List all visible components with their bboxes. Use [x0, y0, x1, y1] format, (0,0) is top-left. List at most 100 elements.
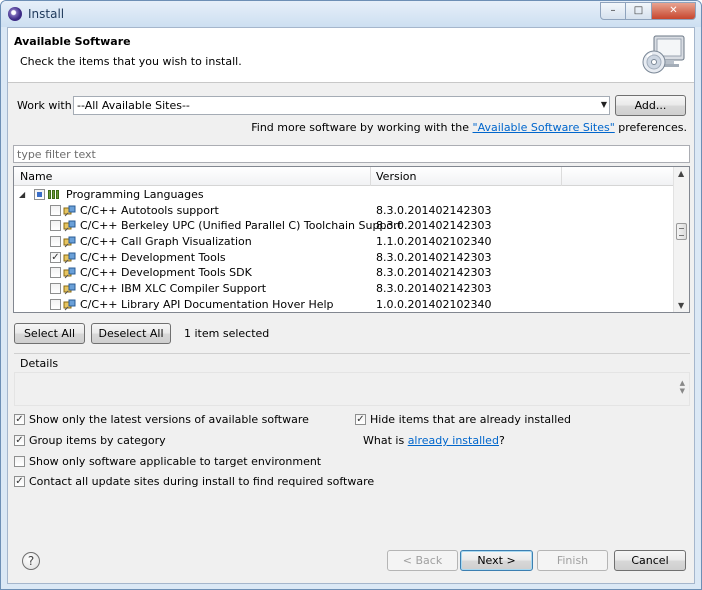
install-cd-icon: [642, 35, 685, 74]
tree-item-row[interactable]: C/C++ Development Tools SDK 8.3.0.201402…: [14, 265, 674, 281]
column-divider[interactable]: [561, 167, 562, 186]
plugin-feature-icon: [63, 267, 76, 279]
software-tree[interactable]: Name Version ◢ Programming Languages C/C…: [13, 166, 690, 313]
item-version: 8.3.0.201402142303: [376, 219, 492, 233]
filter-input[interactable]: type filter text: [13, 145, 690, 163]
banner-subtitle: Check the items that you wish to install…: [20, 55, 242, 68]
item-version: 8.3.0.201402142303: [376, 282, 492, 296]
column-name-header[interactable]: Name: [20, 170, 52, 183]
selection-status: 1 item selected: [184, 327, 270, 340]
scrollbar-thumb[interactable]: [676, 223, 687, 240]
next-button[interactable]: Next >: [460, 550, 533, 571]
dropdown-arrow-icon[interactable]: ▼: [601, 100, 607, 109]
plugin-feature-icon: [63, 220, 76, 232]
item-version: 8.3.0.201402142303: [376, 250, 492, 264]
tree-header: Name Version: [14, 167, 674, 186]
hide-installed-label: Hide items that are already installed: [370, 413, 572, 426]
column-version-header[interactable]: Version: [376, 170, 416, 183]
latest-versions-label: Show only the latest versions of availab…: [29, 413, 309, 426]
target-environment-label: Show only software applicable to target …: [29, 455, 322, 468]
item-version: 8.3.0.201402142303: [376, 266, 492, 280]
work-with-combo[interactable]: --All Available Sites-- ▼: [73, 96, 610, 115]
column-divider[interactable]: [370, 167, 371, 186]
what-is-installed-text: What is already installed?: [363, 434, 505, 447]
work-with-value: --All Available Sites--: [77, 99, 190, 112]
details-label: Details: [20, 357, 59, 370]
category-icon: [48, 190, 59, 199]
item-checkbox[interactable]: [50, 283, 61, 295]
close-button[interactable]: ✕: [652, 2, 696, 20]
item-name: C/C++ Development Tools SDK: [80, 266, 252, 280]
what-is-prefix: What is: [363, 434, 405, 447]
plugin-feature-icon: [63, 236, 76, 248]
plugin-feature-icon: [63, 252, 76, 264]
install-dialog: Install – □ ✕ Available Software Check t…: [0, 0, 702, 590]
item-version: 8.3.0.201402142303: [376, 203, 492, 217]
select-all-button[interactable]: Select All: [14, 323, 85, 344]
already-installed-link[interactable]: already installed: [408, 434, 499, 447]
tree-item-row[interactable]: C/C++ Library API Documentation Hover He…: [14, 297, 674, 312]
minimize-button[interactable]: –: [600, 2, 626, 20]
group-by-category-label: Group items by category: [29, 434, 166, 447]
cancel-button[interactable]: Cancel: [614, 550, 686, 571]
available-software-sites-link[interactable]: "Available Software Sites": [473, 121, 615, 134]
window-controls: – □ ✕: [600, 2, 696, 20]
select-all-label: Select All: [23, 327, 76, 340]
scroll-down-arrow-icon[interactable]: ▼: [678, 301, 684, 310]
item-name: C/C++ Call Graph Visualization: [80, 235, 252, 249]
hide-installed-checkbox[interactable]: ✓: [355, 414, 366, 425]
plugin-feature-icon: [63, 283, 76, 295]
item-checkbox[interactable]: ✓: [50, 251, 61, 263]
help-icon[interactable]: ?: [22, 552, 40, 570]
target-environment-checkbox[interactable]: [14, 456, 25, 467]
item-version: 1.1.0.201402102340: [376, 235, 492, 249]
details-divider: [14, 353, 690, 354]
what-is-suffix: ?: [498, 434, 505, 447]
details-scroll-arrows-icon[interactable]: ▲ ▼: [680, 379, 685, 395]
header-banner: Available Software Check the items that …: [8, 28, 694, 83]
latest-versions-checkbox[interactable]: ✓: [14, 414, 25, 425]
eclipse-app-icon: [8, 7, 22, 21]
item-checkbox[interactable]: [50, 204, 61, 216]
maximize-button[interactable]: □: [626, 2, 652, 20]
tree-item-row[interactable]: C/C++ Berkeley UPC (Unified Parallel C) …: [14, 218, 674, 234]
find-more-suffix: preferences.: [618, 121, 687, 134]
back-button[interactable]: < Back: [387, 550, 458, 571]
contact-update-sites-label: Contact all update sites during install …: [29, 475, 375, 488]
add-site-button[interactable]: Add...: [615, 95, 686, 116]
category-name: Programming Languages: [66, 188, 204, 201]
title-bar[interactable]: Install – □ ✕: [1, 1, 701, 27]
item-checkbox[interactable]: [50, 298, 61, 310]
item-name: C/C++ Development Tools: [80, 250, 226, 264]
work-with-label: Work with:: [17, 99, 76, 112]
category-checkbox[interactable]: [34, 189, 45, 200]
plugin-feature-icon: [63, 205, 76, 217]
finish-button[interactable]: Finish: [537, 550, 608, 571]
deselect-all-button[interactable]: Deselect All: [91, 323, 171, 344]
deselect-all-label: Deselect All: [98, 327, 164, 340]
tree-item-row[interactable]: C/C++ IBM XLC Compiler Support 8.3.0.201…: [14, 281, 674, 297]
scroll-up-arrow-icon[interactable]: ▲: [678, 169, 684, 178]
tree-item-row[interactable]: C/C++ Autotools support 8.3.0.2014021423…: [14, 203, 674, 219]
item-name: C/C++ Library API Documentation Hover He…: [80, 297, 334, 311]
find-more-text: Find more software by working with the "…: [251, 121, 687, 134]
tree-item-row[interactable]: ✓ C/C++ Development Tools 8.3.0.20140214…: [14, 250, 674, 266]
item-checkbox[interactable]: [50, 236, 61, 248]
plugin-feature-icon: [63, 299, 76, 311]
dialog-body: Available Software Check the items that …: [7, 27, 695, 584]
contact-update-sites-checkbox[interactable]: ✓: [14, 476, 25, 487]
banner-title: Available Software: [14, 35, 131, 48]
tree-body: ◢ Programming Languages C/C++ Autotools …: [14, 187, 674, 312]
find-more-prefix: Find more software by working with the: [251, 121, 470, 134]
details-area[interactable]: ▲ ▼: [14, 372, 690, 406]
item-checkbox[interactable]: [50, 267, 61, 279]
group-by-category-checkbox[interactable]: ✓: [14, 435, 25, 446]
item-version: 1.0.0.201402102340: [376, 297, 492, 311]
tree-category-row[interactable]: ◢ Programming Languages: [14, 187, 674, 203]
item-name: C/C++ Autotools support: [80, 203, 219, 217]
expand-arrow-icon[interactable]: ◢: [19, 190, 25, 199]
tree-scrollbar[interactable]: ▲ ▼: [673, 167, 689, 312]
tree-item-row[interactable]: C/C++ Call Graph Visualization 1.1.0.201…: [14, 234, 674, 250]
window-title: Install: [28, 7, 65, 21]
item-checkbox[interactable]: [50, 220, 61, 232]
